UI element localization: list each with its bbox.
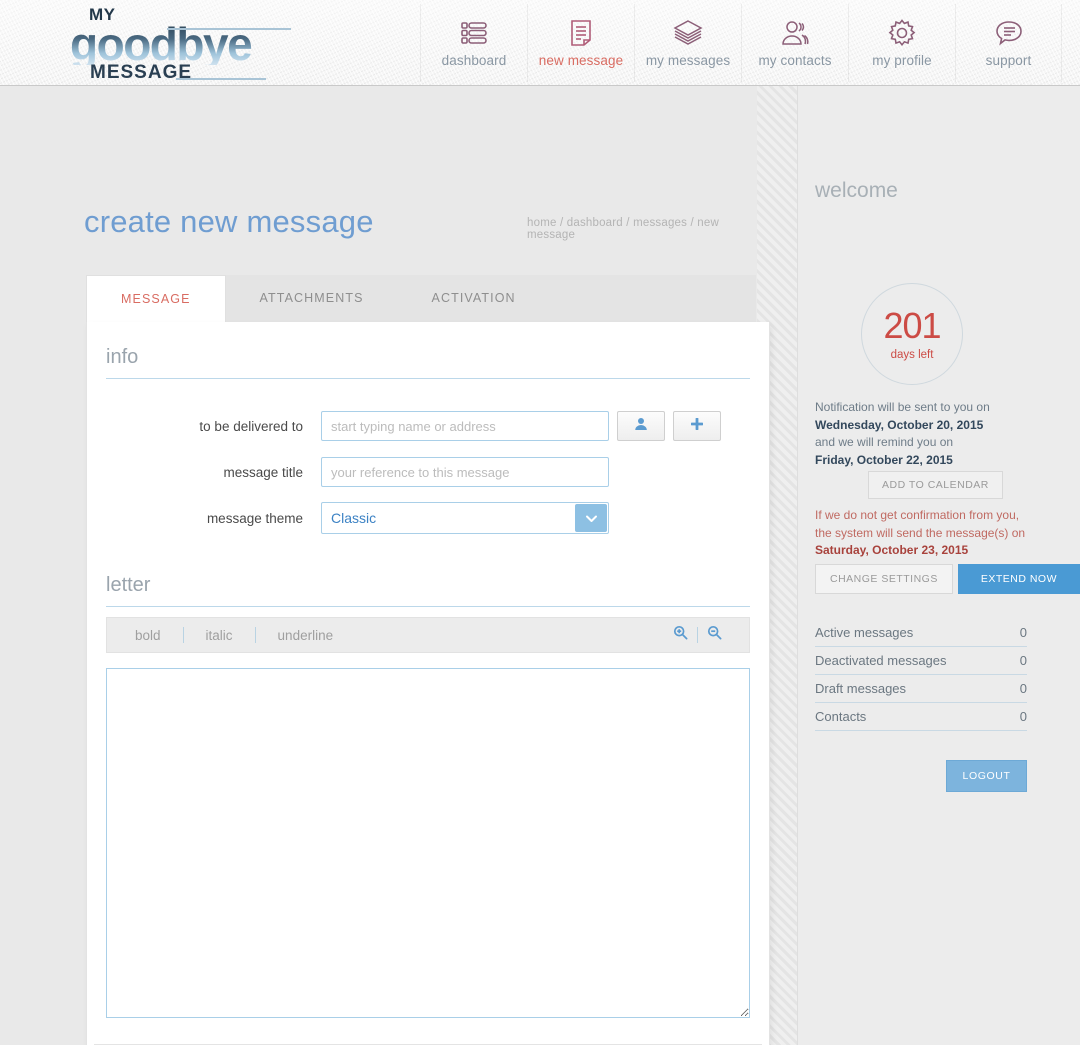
warning-date: Saturday, October 23, 2015: [815, 543, 969, 558]
main-nav: dashboard new message my messages my con…: [420, 4, 1062, 82]
logo[interactable]: MY goodbye MESSAGE: [70, 6, 320, 82]
stat-row-draft-messages[interactable]: Draft messages 0: [815, 675, 1027, 703]
add-to-calendar-button[interactable]: ADD TO CALENDAR: [868, 471, 1003, 499]
person-icon: [634, 417, 648, 436]
breadcrumb: home / dashboard / messages / new messag…: [527, 217, 719, 241]
logout-button[interactable]: LOGOUT: [946, 760, 1027, 792]
stack-icon: [672, 13, 704, 53]
section-heading-info: info: [106, 346, 750, 379]
nav-item-new-message[interactable]: new message: [527, 4, 634, 82]
page-body: create new message home / dashboard / me…: [0, 86, 1080, 1045]
nav-item-my-contacts[interactable]: my contacts: [741, 4, 848, 82]
message-title-input[interactable]: [321, 457, 609, 487]
nav-label-my-profile: my profile: [872, 53, 932, 68]
nav-item-my-messages[interactable]: my messages: [634, 4, 741, 82]
stats-list: Active messages 0 Deactivated messages 0…: [815, 619, 1027, 731]
tab-activation[interactable]: ACTIVATION: [398, 275, 550, 322]
nav-label-dashboard: dashboard: [441, 53, 507, 68]
main-column: create new message home / dashboard / me…: [0, 86, 770, 1045]
sidebar-button-row: CHANGE SETTINGS EXTEND NOW: [815, 564, 1080, 594]
logo-rule-top: [167, 28, 291, 30]
send-warning: If we do not get confirmation from you, …: [815, 507, 1030, 560]
stat-value: 0: [1019, 653, 1027, 668]
stat-row-active-messages[interactable]: Active messages 0: [815, 619, 1027, 647]
list-icon: [459, 13, 489, 53]
zoom-in-button[interactable]: [664, 625, 697, 645]
tab-bar: MESSAGE ATTACHMENTS ACTIVATION: [86, 275, 756, 322]
gear-icon: [887, 13, 917, 53]
document-icon: [566, 13, 596, 53]
tab-attachments[interactable]: ATTACHMENTS: [226, 275, 398, 322]
notice-line-2: and we will remind you on: [815, 435, 954, 450]
message-theme-value: Classic: [321, 502, 609, 534]
welcome-heading: welcome: [815, 179, 898, 202]
field-row-message-title: message title: [87, 449, 769, 495]
stat-value: 0: [1019, 625, 1027, 640]
label-deliver-to: to be delivered to: [199, 418, 303, 434]
zoom-out-icon: [707, 625, 722, 645]
people-icon: [779, 13, 811, 53]
nav-label-support: support: [985, 53, 1032, 68]
plus-icon: [690, 417, 704, 436]
editor-toolbar: bold italic underline: [106, 617, 750, 653]
stat-label: Deactivated messages: [815, 653, 947, 668]
message-theme-select[interactable]: Classic: [321, 502, 609, 534]
stat-value: 0: [1019, 681, 1027, 696]
add-recipient-button[interactable]: [673, 411, 721, 441]
nav-item-support[interactable]: support: [955, 4, 1062, 82]
speech-bubble-icon: [994, 13, 1024, 53]
label-message-title: message title: [223, 464, 303, 480]
field-row-deliver-to: to be delivered to: [87, 403, 769, 449]
zoom-out-button[interactable]: [698, 625, 731, 645]
stat-label: Contacts: [815, 709, 867, 724]
notice-date-2: Friday, October 22, 2015: [815, 452, 953, 467]
section-heading-letter: letter: [106, 574, 750, 607]
chevron-down-icon[interactable]: [575, 504, 607, 532]
nav-label-my-contacts: my contacts: [758, 53, 832, 68]
stat-label: Active messages: [815, 625, 914, 640]
site-header: MY goodbye MESSAGE dashboard new message…: [0, 0, 1080, 86]
pick-contact-button[interactable]: [617, 411, 665, 441]
nav-label-new-message: new message: [538, 53, 624, 68]
stat-row-deactivated-messages[interactable]: Deactivated messages 0: [815, 647, 1027, 675]
notice-line-1: Notification will be sent to you on: [815, 400, 990, 414]
stat-row-contacts[interactable]: Contacts 0: [815, 703, 1027, 731]
page-title: create new message: [84, 204, 374, 239]
bold-button[interactable]: bold: [125, 628, 183, 643]
notice-date-1: Wednesday, October 20, 2015: [815, 417, 984, 432]
deliver-to-input[interactable]: [321, 411, 609, 441]
warning-line-2: the system will send the message(s) on: [815, 525, 1026, 540]
extend-now-button[interactable]: EXTEND NOW: [957, 564, 1080, 594]
nav-item-my-profile[interactable]: my profile: [848, 4, 955, 82]
italic-button[interactable]: italic: [184, 628, 255, 643]
days-left-counter: 201 days left: [861, 283, 963, 385]
notification-notice: Notification will be sent to you on Wedn…: [815, 399, 1030, 470]
warning-line-1: If we do not get confirmation from you,: [815, 508, 1020, 522]
days-left-number: 201: [883, 304, 941, 346]
nav-item-dashboard[interactable]: dashboard: [420, 4, 527, 82]
zoom-in-icon: [673, 625, 688, 645]
stat-value: 0: [1019, 709, 1027, 724]
stat-label: Draft messages: [815, 681, 907, 696]
nav-label-my-messages: my messages: [645, 53, 731, 68]
tab-message[interactable]: MESSAGE: [86, 275, 226, 322]
logo-rule-bottom: [176, 78, 266, 80]
change-settings-button[interactable]: CHANGE SETTINGS: [815, 564, 953, 594]
right-sidebar: welcome 201 days left Notification will …: [797, 86, 1080, 1045]
label-message-theme: message theme: [206, 510, 303, 526]
field-row-message-theme: message theme Classic: [87, 495, 769, 541]
days-left-caption: days left: [890, 348, 934, 361]
message-form-card: info to be delivered to message title: [86, 322, 770, 1045]
letter-body-textarea[interactable]: [106, 668, 750, 1018]
underline-button[interactable]: underline: [256, 628, 356, 643]
